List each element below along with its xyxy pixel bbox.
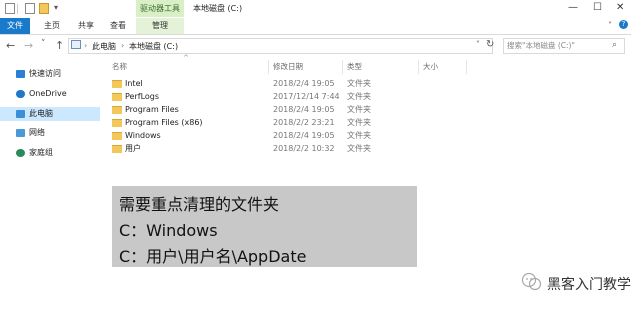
close-button[interactable]: ✕ <box>616 2 624 13</box>
breadcrumb-local-disk[interactable]: 本地磁盘 (C:) <box>129 41 178 52</box>
folder-icon <box>112 119 122 127</box>
nav-item-label: 此电脑 <box>29 109 53 118</box>
column-separator[interactable] <box>342 60 343 74</box>
up-button[interactable]: ↑ <box>55 39 64 52</box>
chevron-right-icon: › <box>84 41 88 50</box>
cloud-icon <box>16 89 25 98</box>
file-date: 2018/2/4 19:05 <box>273 79 335 88</box>
watermark-text: 黑客入门教学 <box>547 277 631 293</box>
help-icon[interactable]: ? <box>619 20 628 29</box>
ribbon-bar <box>0 18 631 35</box>
file-type: 文件夹 <box>347 79 371 88</box>
star-icon <box>16 69 25 78</box>
file-date: 2018/2/4 19:05 <box>273 131 335 140</box>
file-type: 文件夹 <box>347 92 371 101</box>
tab-share[interactable]: 共享 <box>78 18 94 34</box>
tab-file[interactable]: 文件 <box>0 18 30 34</box>
nav-item-label: 快速访问 <box>29 69 61 78</box>
file-name: PerfLogs <box>125 92 160 101</box>
search-icon: ⌕ <box>612 40 618 50</box>
nav-item-label: OneDrive <box>29 89 67 98</box>
folder-icon <box>112 132 122 140</box>
file-name: 用户 <box>125 144 141 153</box>
nav-item-this-pc[interactable]: 此电脑 <box>0 107 100 121</box>
nav-item-onedrive[interactable]: OneDrive <box>0 87 100 101</box>
file-row[interactable]: 用户 2018/2/2 10:32 文件夹 <box>112 143 372 155</box>
file-type: 文件夹 <box>347 131 371 140</box>
file-type: 文件夹 <box>347 118 371 127</box>
forward-button[interactable]: → <box>24 39 33 52</box>
nav-item-label: 家庭组 <box>29 148 53 157</box>
file-name: Windows <box>125 131 161 140</box>
tab-view[interactable]: 查看 <box>110 18 126 34</box>
file-date: 2018/2/2 10:32 <box>273 144 335 153</box>
file-row[interactable]: PerfLogs 2017/12/14 7:44 文件夹 <box>112 91 372 103</box>
file-row[interactable]: Windows 2018/2/4 19:05 文件夹 <box>112 130 372 142</box>
divider <box>17 4 18 14</box>
window-title: 本地磁盘 (C:) <box>193 4 243 13</box>
quick-access-check-icon[interactable] <box>25 3 35 14</box>
expand-ribbon-icon[interactable]: ˅ <box>608 21 612 30</box>
recent-locations-button[interactable]: ˅ <box>41 39 46 49</box>
tab-manage[interactable]: 管理 <box>136 18 184 34</box>
drive-tools-context-tab: 驱动器工具 <box>136 0 184 17</box>
column-separator[interactable] <box>418 60 419 74</box>
annotation-line: C：用户\用户名\AppDate <box>119 247 307 266</box>
file-date: 2017/12/14 7:44 <box>273 92 340 101</box>
annotation-line: C：Windows <box>119 221 218 240</box>
file-row[interactable]: Intel 2018/2/4 19:05 文件夹 <box>112 78 372 90</box>
file-name: Program Files <box>125 105 179 114</box>
file-name: Program Files (x86) <box>125 118 203 127</box>
column-header-date[interactable]: 修改日期 <box>273 60 303 74</box>
file-row[interactable]: Program Files 2018/2/4 19:05 文件夹 <box>112 104 372 116</box>
folder-icon <box>112 80 122 88</box>
tab-home[interactable]: 主页 <box>44 18 60 34</box>
folder-icon <box>112 93 122 101</box>
file-row[interactable]: Program Files (x86) 2018/2/2 23:21 文件夹 <box>112 117 372 129</box>
refresh-icon[interactable]: ↻ <box>486 39 494 50</box>
maximize-button[interactable]: ☐ <box>593 2 602 13</box>
file-date: 2018/2/4 19:05 <box>273 105 335 114</box>
annotation-title: 需要重点清理的文件夹 <box>119 195 280 214</box>
column-header-type[interactable]: 类型 <box>347 60 362 74</box>
quick-access-properties-icon[interactable] <box>5 3 15 14</box>
computer-icon <box>71 40 81 49</box>
file-type: 文件夹 <box>347 105 371 114</box>
chevron-right-icon: › <box>121 41 125 50</box>
file-date: 2018/2/2 23:21 <box>273 118 335 127</box>
annotation-box: 需要重点清理的文件夹 C：Windows C：用户\用户名\AppDate <box>112 186 417 267</box>
address-dropdown-icon[interactable]: ˅ <box>476 40 480 49</box>
column-header-name[interactable]: 名称 <box>112 60 127 74</box>
minimize-button[interactable]: — <box>568 2 578 13</box>
wechat-logo-icon <box>521 272 542 291</box>
sort-indicator-icon: ^ <box>183 54 189 62</box>
chevron-down-icon[interactable]: ▾ <box>54 3 58 12</box>
file-name: Intel <box>125 79 143 88</box>
file-type: 文件夹 <box>347 144 371 153</box>
title-bar <box>0 0 631 18</box>
quick-access-new-folder-icon[interactable] <box>39 3 49 14</box>
computer-icon <box>16 109 25 118</box>
column-separator[interactable] <box>466 60 467 74</box>
back-button[interactable]: ← <box>6 39 15 52</box>
nav-item-label: 网络 <box>29 128 45 137</box>
column-separator[interactable] <box>268 60 269 74</box>
nav-item-quick-access[interactable]: 快速访问 <box>0 67 100 81</box>
breadcrumb-this-pc[interactable]: 此电脑 <box>92 41 116 52</box>
search-input[interactable]: 搜索"本地磁盘 (C:)" <box>503 38 625 54</box>
nav-item-homegroup[interactable]: 家庭组 <box>0 146 100 160</box>
nav-item-network[interactable]: 网络 <box>0 126 100 140</box>
folder-icon <box>112 145 122 153</box>
homegroup-icon <box>16 148 25 157</box>
column-header-size[interactable]: 大小 <box>423 60 438 74</box>
network-icon <box>16 128 25 137</box>
folder-icon <box>112 106 122 114</box>
